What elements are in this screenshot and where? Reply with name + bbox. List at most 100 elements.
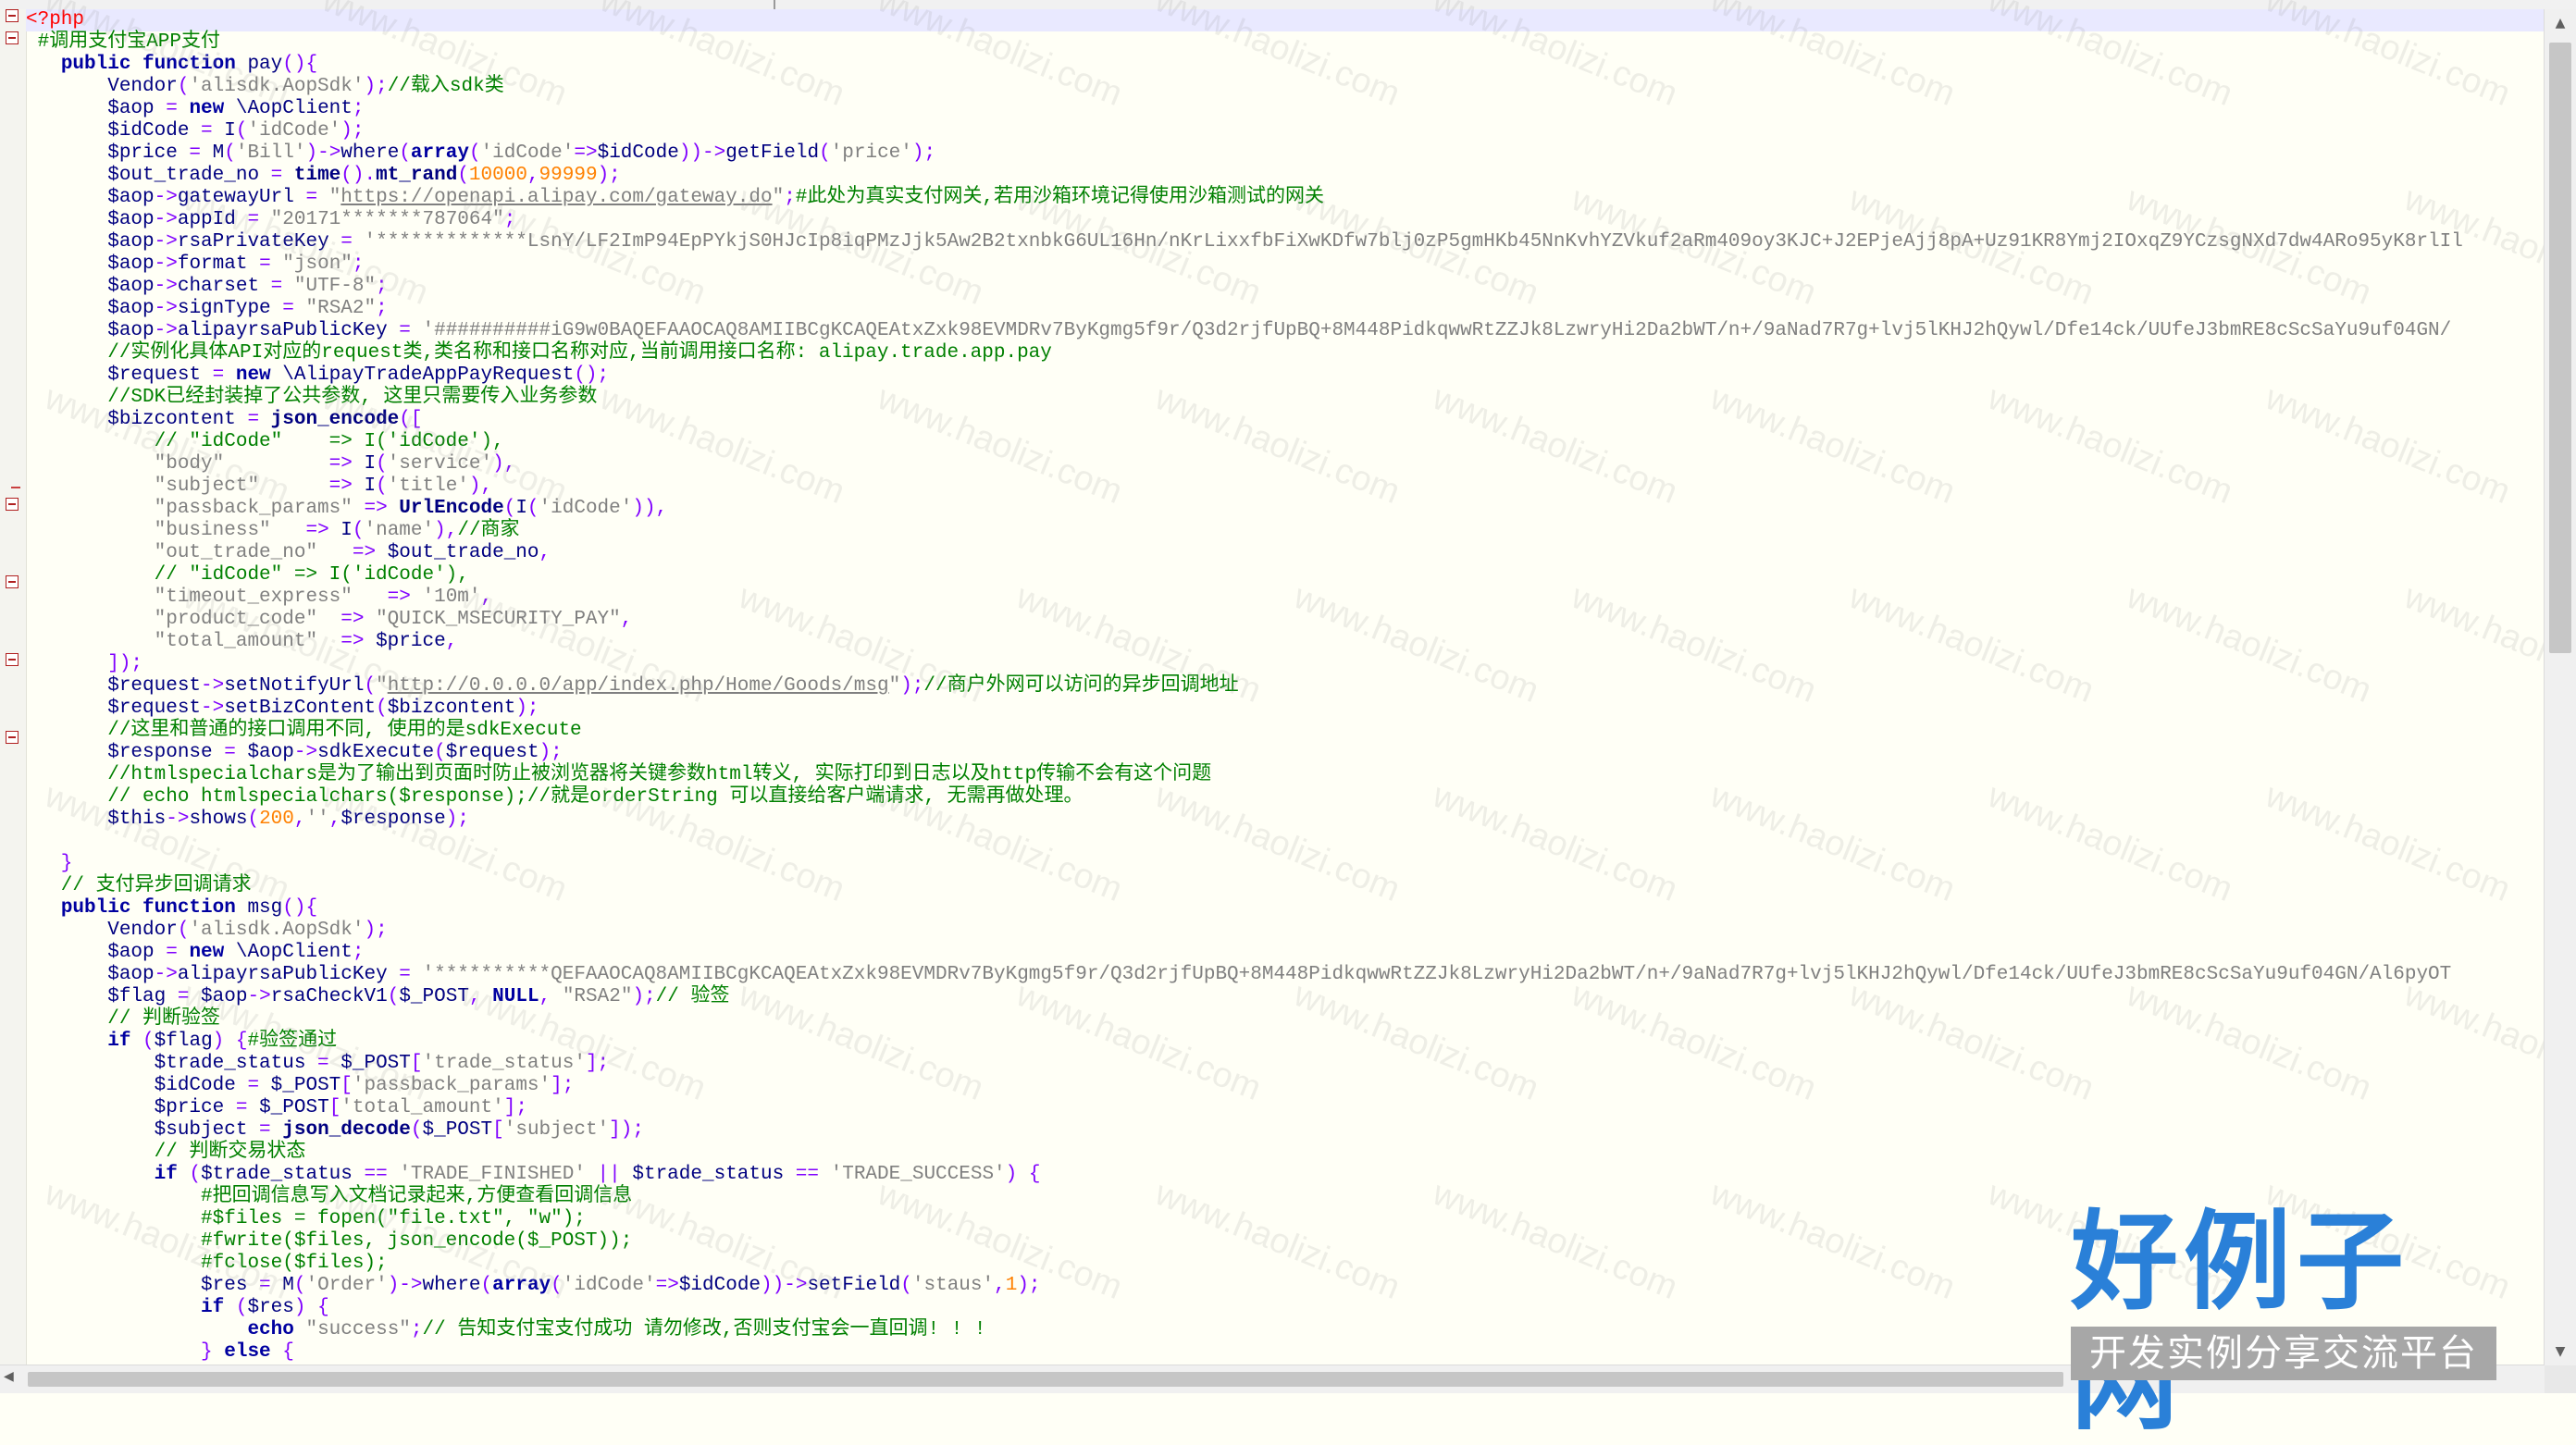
- code-line[interactable]: $idCode = I('idCode');: [26, 120, 364, 142]
- horizontal-scroll-thumb[interactable]: [28, 1372, 2063, 1387]
- code-line[interactable]: $aop->alipayrsaPublicKey = '##########iG…: [26, 320, 2451, 342]
- code-line[interactable]: $res = M('Order')->where(array('idCode'=…: [26, 1275, 1041, 1297]
- code-line[interactable]: "passback_params" => UrlEncode(I('idCode…: [26, 498, 668, 520]
- code-line[interactable]: Vendor('alisdk.AopSdk');: [26, 920, 387, 942]
- code-token: ;: [503, 209, 516, 230]
- code-token: else: [224, 1341, 271, 1363]
- vertical-scroll-thumb[interactable]: [2549, 43, 2571, 653]
- code-token: ,: [526, 165, 539, 186]
- fold-toggle-if-flag[interactable]: [6, 575, 19, 588]
- code-line[interactable]: $this->shows(200,'',$response);: [26, 809, 469, 831]
- code-token: // "idCode" => I('idCode'),: [26, 564, 469, 586]
- code-line[interactable]: $subject = json_decode($_POST['subject']…: [26, 1119, 644, 1142]
- code-token: $aop: [26, 942, 155, 963]
- code-line[interactable]: // 判断交易状态: [26, 1142, 306, 1164]
- code-line[interactable]: //这里和普通的接口调用不同, 使用的是sdkExecute: [26, 720, 581, 742]
- code-token: echo: [247, 1319, 294, 1340]
- code-line[interactable]: $idCode = $_POST['passback_params'];: [26, 1075, 575, 1097]
- code-line[interactable]: "total_amount" => $price,: [26, 631, 458, 653]
- code-line[interactable]: public function msg(){: [26, 897, 317, 920]
- code-line[interactable]: // "idCode" => I('idCode'),: [26, 431, 504, 453]
- code-line[interactable]: "timeout_express" => '10m',: [26, 587, 493, 609]
- scroll-down-icon[interactable]: ▼: [2545, 1338, 2576, 1365]
- code-line[interactable]: $out_trade_no = time().mt_rand(10000,999…: [26, 165, 621, 187]
- code-line[interactable]: echo "success";// 告知支付宝支付成功 请勿修改,否则支付宝会一…: [26, 1319, 985, 1341]
- code-line[interactable]: // "idCode" => I('idCode'),: [26, 564, 469, 587]
- code-token: M: [212, 142, 225, 164]
- code-line[interactable]: $flag = $aop->rsaCheckV1($_POST, NULL, "…: [26, 986, 729, 1008]
- code-token: );: [1017, 1275, 1041, 1296]
- fold-toggle-php[interactable]: [6, 9, 19, 22]
- code-token: ([: [399, 409, 423, 430]
- code-line[interactable]: //实例化具体API对应的request类,类名称和接口名称对应,当前调用接口名…: [26, 342, 1052, 364]
- code-line[interactable]: "product_code" => "QUICK_MSECURITY_PAY",: [26, 609, 633, 631]
- code-line[interactable]: // echo htmlspecialchars($response);//就是…: [26, 786, 1083, 809]
- code-line[interactable]: $aop = new \AopClient;: [26, 942, 364, 964]
- code-line[interactable]: #把回调信息写入文档记录起来,方便查看回调信息: [26, 1186, 632, 1208]
- code-line[interactable]: $aop->appId = "20171*******787064";: [26, 209, 515, 231]
- code-line[interactable]: if ($res) {: [26, 1297, 329, 1319]
- scroll-up-icon[interactable]: ▲: [2545, 9, 2576, 37]
- code-token: $trade_status: [201, 1164, 353, 1185]
- code-line[interactable]: } else {: [26, 1341, 294, 1364]
- code-token: (: [480, 1275, 493, 1296]
- code-line[interactable]: "business" => I('name'),//商家: [26, 520, 520, 542]
- code-line[interactable]: $aop->signType = "RSA2";: [26, 298, 388, 320]
- code-token: )->: [387, 1275, 423, 1296]
- code-token: $aop: [26, 320, 155, 341]
- code-line[interactable]: "out_trade_no" => $out_trade_no,: [26, 542, 551, 564]
- code-line[interactable]: $aop->alipayrsaPublicKey = '**********QE…: [26, 964, 2451, 986]
- code-line[interactable]: if ($trade_status == 'TRADE_FINISHED' ||…: [26, 1164, 1041, 1186]
- code-line[interactable]: Vendor('alisdk.AopSdk');//载入sdk类: [26, 76, 504, 98]
- code-token: $idCode: [26, 120, 190, 142]
- code-token: NULL: [492, 986, 539, 1007]
- code-line[interactable]: public function pay(){: [26, 54, 317, 76]
- code-line[interactable]: $price = $_POST['total_amount'];: [26, 1097, 527, 1119]
- code-line[interactable]: //SDK已经封装掉了公共参数, 这里只需要传入业务参数: [26, 387, 597, 409]
- code-line[interactable]: $request = new \AlipayTradeAppPayRequest…: [26, 364, 609, 387]
- code-line[interactable]: if ($flag) {#验签通过: [26, 1031, 337, 1053]
- code-line[interactable]: ]);: [26, 653, 142, 675]
- code-line[interactable]: $response = $aop->sdkExecute($request);: [26, 742, 563, 764]
- code-line[interactable]: $request->setNotifyUrl("http://0.0.0.0/a…: [26, 675, 1238, 698]
- code-line[interactable]: "body" => I('service'),: [26, 453, 516, 475]
- fold-toggle-if-trade-status[interactable]: [6, 653, 19, 666]
- fold-toggle-msg-comment[interactable]: [6, 498, 19, 511]
- code-line[interactable]: "subject" => I('title'),: [26, 475, 493, 498]
- code-line[interactable]: $price = M('Bill')->where(array('idCode'…: [26, 142, 935, 165]
- fold-toggle-pay-comment[interactable]: [6, 31, 19, 44]
- code-line[interactable]: $request->setBizContent($bizcontent);: [26, 698, 539, 720]
- code-token: ;: [376, 276, 388, 297]
- vertical-scrollbar[interactable]: ▲ ▼: [2544, 9, 2576, 1365]
- code-token: );: [515, 698, 539, 719]
- code-line[interactable]: $aop->rsaPrivateKey = '*************LsnY…: [26, 231, 2463, 253]
- fold-toggle-if-res[interactable]: [6, 731, 19, 744]
- code-line[interactable]: $aop->format = "json";: [26, 253, 364, 276]
- code-token: ) {: [212, 1031, 248, 1052]
- code-line[interactable]: #fwrite($files, json_encode($_POST));: [26, 1230, 632, 1253]
- code-line[interactable]: #$files = fopen("file.txt", "w");: [26, 1208, 586, 1230]
- code-line[interactable]: $aop->charset = "UTF-8";: [26, 276, 388, 298]
- code-line[interactable]: // 支付异步回调请求: [26, 875, 252, 897]
- code-token: I: [515, 498, 527, 519]
- scroll-left-icon[interactable]: ◀: [4, 1369, 14, 1384]
- code-token: =>: [259, 475, 365, 497]
- code-token: =: [224, 1097, 260, 1118]
- code-line[interactable]: #调用支付宝APP支付: [26, 31, 220, 54]
- code-line[interactable]: <?php: [26, 9, 2545, 31]
- code-line[interactable]: $aop->gatewayUrl = "https://openapi.alip…: [26, 187, 1324, 209]
- code-token: ,: [994, 1275, 1006, 1296]
- code-token: $aop: [26, 209, 155, 230]
- code-line[interactable]: // 判断验签: [26, 1008, 220, 1031]
- code-line[interactable]: //htmlspecialchars是为了输出到页面时防止被浏览器将关键参数ht…: [26, 764, 1211, 786]
- code-token: (: [457, 165, 469, 186]
- code-line[interactable]: [26, 831, 38, 853]
- code-line[interactable]: $aop = new \AopClient;: [26, 98, 364, 120]
- code-line[interactable]: $trade_status = $_POST['trade_status'];: [26, 1053, 610, 1075]
- code-editor[interactable]: <?php #调用支付宝APP支付 public function pay(){…: [26, 9, 2545, 1365]
- code-line[interactable]: #fclose($files);: [26, 1253, 388, 1275]
- code-line[interactable]: $bizcontent = json_encode([: [26, 409, 423, 431]
- code-token: =>: [352, 498, 400, 519]
- code-token: 1: [1005, 1275, 1018, 1296]
- code-line[interactable]: }: [26, 853, 73, 875]
